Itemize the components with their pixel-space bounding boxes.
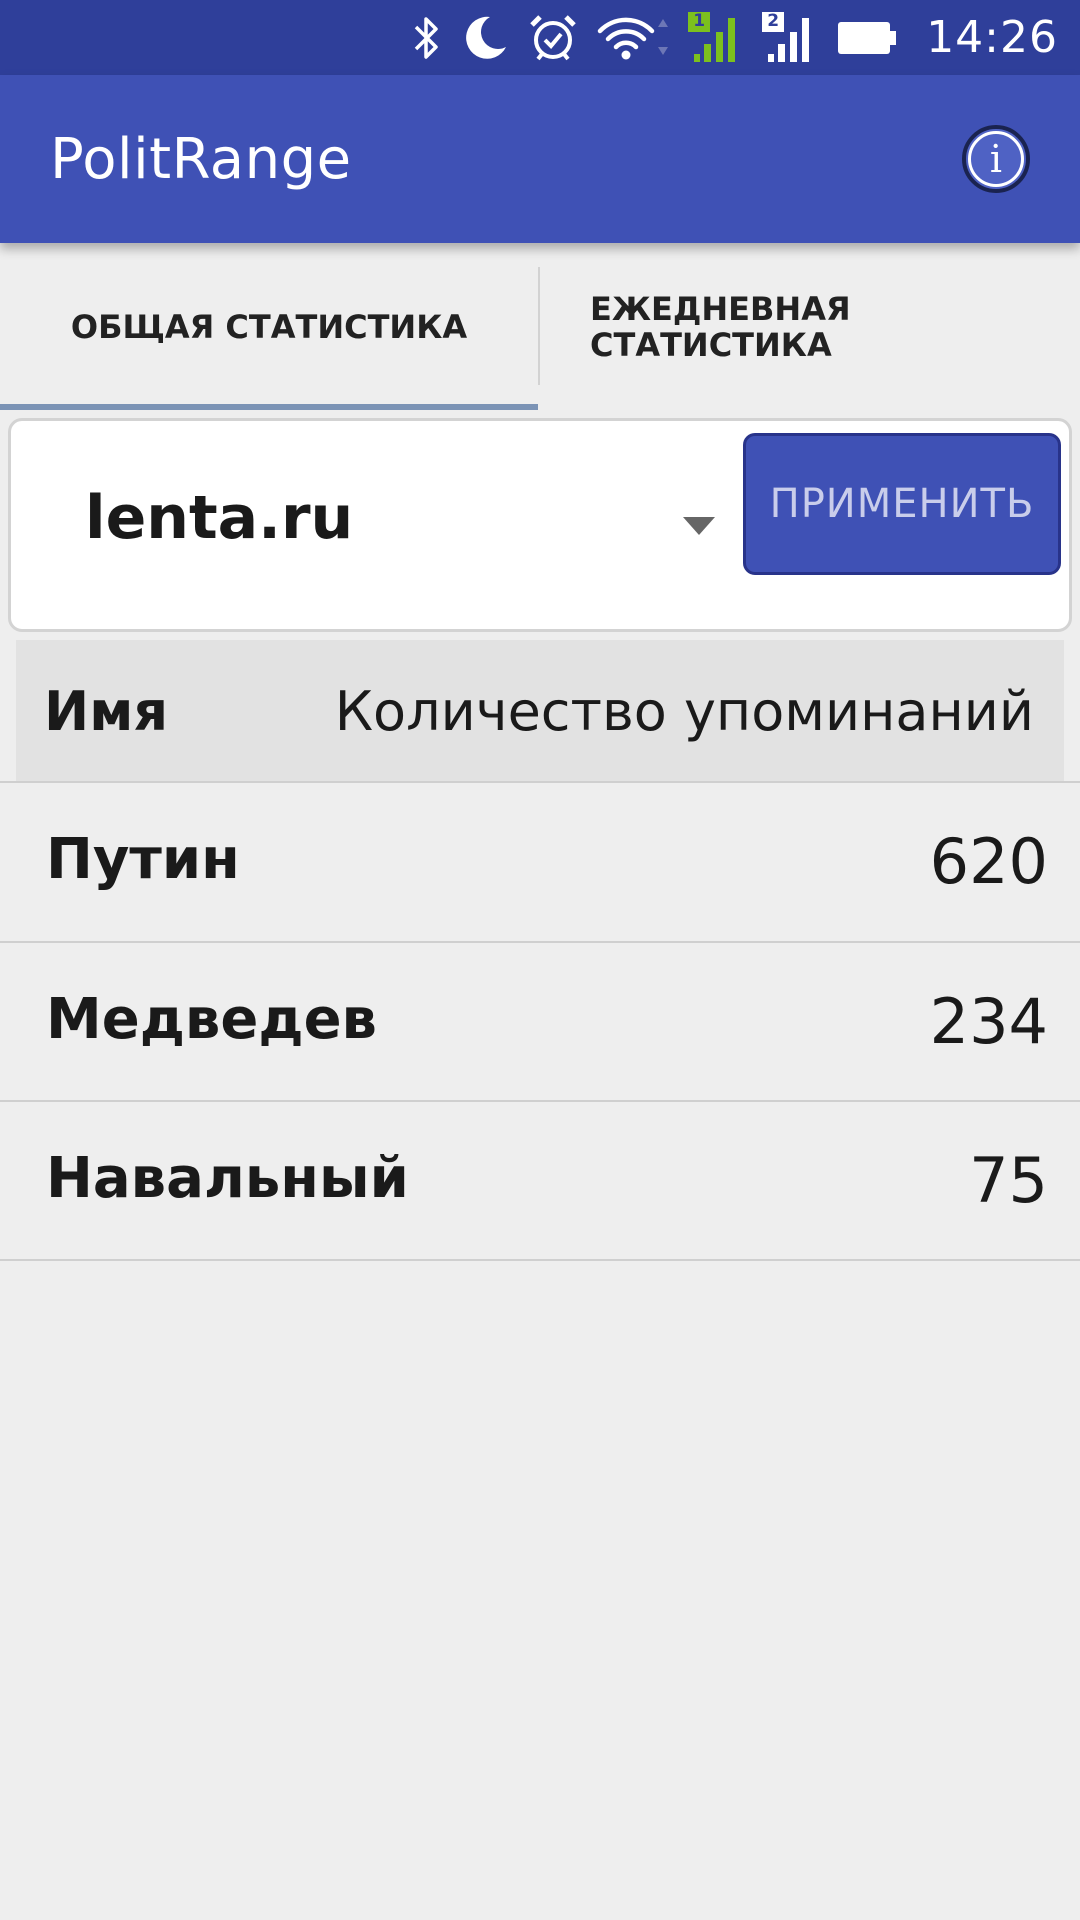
column-header-name: Имя — [44, 680, 169, 743]
status-icons: 1 2 14:26 — [412, 0, 1058, 75]
row-mentions: 620 — [929, 825, 1048, 898]
info-button[interactable]: i — [962, 125, 1030, 193]
status-bar: 1 2 14:26 — [0, 0, 1080, 75]
app-title: PolitRange — [50, 127, 352, 192]
tab-daily-stats-label: ЕЖЕДНЕВНАЯ СТАТИСТИКА — [590, 290, 851, 364]
table-row[interactable]: Путин 620 — [0, 783, 1080, 940]
bluetooth-icon — [412, 15, 442, 61]
source-dropdown-value: lenta.ru — [85, 483, 354, 553]
table-row[interactable]: Навальный 75 — [0, 1102, 1080, 1259]
filter-card: lenta.ru ПРИМЕНИТЬ — [8, 418, 1072, 632]
row-divider — [0, 1259, 1080, 1261]
tab-bar: ОБЩАЯ СТАТИСТИКА ЕЖЕДНЕВНАЯ СТАТИСТИКА — [0, 243, 1080, 411]
tab-daily-stats[interactable]: ЕЖЕДНЕВНАЯ СТАТИСТИКА — [590, 243, 1040, 411]
signal-sim2-icon: 2 — [762, 10, 818, 64]
clock: 14:26 — [926, 12, 1058, 63]
row-name: Медведев — [46, 987, 377, 1052]
row-mentions: 75 — [969, 1144, 1048, 1217]
source-dropdown[interactable]: lenta.ru — [11, 421, 731, 629]
row-name: Навальный — [46, 1146, 409, 1211]
tab-indicator — [0, 404, 538, 410]
tab-general-stats[interactable]: ОБЩАЯ СТАТИСТИКА — [0, 243, 538, 411]
sim1-label: 1 — [693, 10, 706, 31]
alarm-icon — [528, 13, 578, 63]
battery-icon — [836, 18, 898, 58]
app-bar: PolitRange i — [0, 75, 1080, 243]
info-icon: i — [968, 131, 1024, 187]
table-row[interactable]: Медведев 234 — [0, 943, 1080, 1100]
apply-button-label: ПРИМЕНИТЬ — [769, 481, 1035, 527]
row-name: Путин — [46, 827, 240, 892]
signal-sim1-icon: 1 — [688, 10, 744, 64]
tab-divider — [538, 267, 540, 385]
info-glyph: i — [989, 137, 1003, 181]
apply-button[interactable]: ПРИМЕНИТЬ — [743, 433, 1061, 575]
table-header: Имя Количество упоминаний — [16, 640, 1064, 781]
moon-icon — [460, 13, 510, 63]
column-header-mentions: Количество упоминаний — [334, 680, 1034, 743]
wifi-icon — [596, 15, 670, 61]
row-mentions: 234 — [929, 985, 1048, 1058]
sim2-label: 2 — [767, 10, 780, 31]
tab-general-stats-label: ОБЩАЯ СТАТИСТИКА — [70, 308, 468, 346]
dropdown-arrow-icon — [683, 517, 715, 535]
